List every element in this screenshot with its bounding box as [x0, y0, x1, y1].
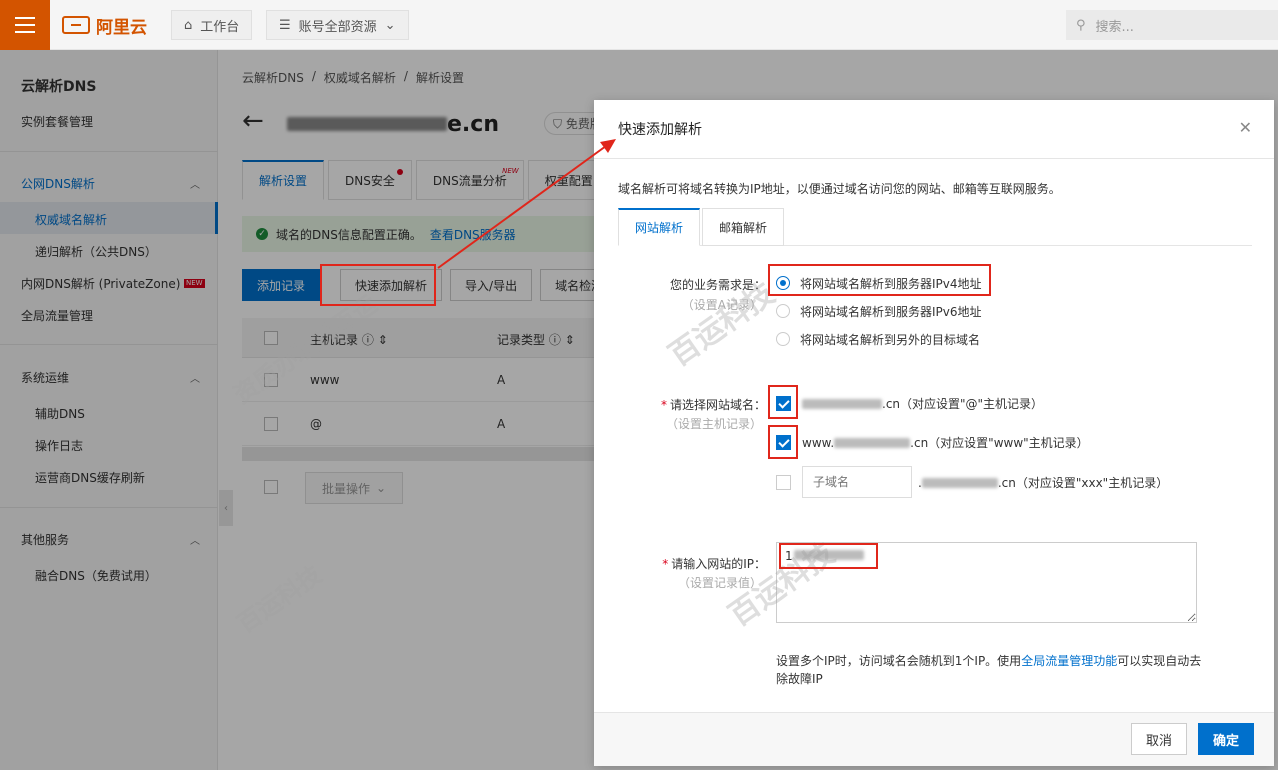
redacted-ip — [794, 550, 864, 560]
home-icon: ⌂ — [184, 17, 193, 33]
ip-label-text: 请输入网站的IP： — [671, 557, 766, 571]
cancel-button[interactable]: 取消 — [1131, 723, 1188, 755]
search-icon: ⚲ — [1076, 17, 1086, 33]
option-ipv6-label: 将网站域名解析到服务器IPv6地址 — [800, 305, 982, 319]
checkbox-root-domain[interactable] — [776, 396, 791, 411]
global-traffic-link[interactable]: 全局流量管理功能 — [1021, 654, 1117, 668]
www-domain-option: www. .cn（对应设置"www"主机记录） — [802, 434, 1089, 451]
dialog-title: 快速添加解析 — [618, 122, 702, 138]
checkbox-subdomain[interactable] — [776, 475, 791, 490]
business-label: 您的业务需求是： — [669, 278, 766, 292]
resources-label: 账号全部资源 — [298, 19, 377, 35]
dialog-divider — [594, 158, 1274, 159]
redacted-domain — [921, 477, 998, 488]
aliyun-logo[interactable]: 阿里云 — [62, 13, 147, 38]
search-input[interactable]: ⚲ 搜索... — [1066, 10, 1278, 40]
resources-dropdown[interactable]: ☰ 账号全部资源 ⌄ — [266, 10, 409, 40]
menu-icon[interactable] — [0, 0, 50, 50]
root-domain-option: .cn（对应设置"@"主机记录） — [802, 395, 1043, 412]
required-mark: * — [660, 398, 667, 412]
quick-add-dialog: 快速添加解析 ✕ 域名解析可将域名转换为IP地址，以便通过域名访问您的网站、邮箱… — [594, 100, 1274, 766]
root-domain-text: .cn（对应设置"@"主机记录） — [882, 397, 1044, 411]
confirm-button[interactable]: 确定 — [1198, 723, 1255, 755]
search-placeholder: 搜索... — [1095, 19, 1134, 35]
www-domain-text: .cn（对应设置"www"主机记录） — [910, 436, 1089, 450]
radio-other-domain[interactable] — [776, 332, 790, 346]
subdomain-input[interactable] — [802, 466, 912, 498]
dialog-footer: 取消 确定 — [594, 712, 1274, 766]
list-icon: ☰ — [279, 17, 291, 33]
www-prefix: www. — [802, 435, 835, 450]
close-icon[interactable]: ✕ — [1239, 118, 1252, 137]
dialog-description: 域名解析可将域名转换为IP地址，以便通过域名访问您的网站、邮箱等互联网服务。 — [618, 182, 1061, 196]
tab-email[interactable]: 邮箱解析 — [702, 208, 785, 246]
ip-label: * 请输入网站的IP： — [662, 555, 766, 572]
redacted-domain — [834, 437, 911, 448]
logo-text: 阿里云 — [96, 17, 147, 38]
chevron-down-icon: ⌄ — [384, 17, 396, 33]
subdomain-text: .cn（对应设置"xxx"主机记录） — [997, 476, 1169, 490]
required-mark: * — [662, 557, 669, 571]
workbench-button[interactable]: ⌂ 工作台 — [171, 10, 253, 40]
radio-ipv6[interactable] — [776, 304, 790, 318]
aliyun-logo-icon — [62, 16, 90, 34]
radio-ipv4[interactable] — [776, 276, 790, 290]
redacted-domain — [802, 398, 882, 409]
dialog-tabs: 网站解析 邮箱解析 — [618, 208, 1252, 246]
workbench-label: 工作台 — [200, 19, 240, 35]
subdomain-option: . .cn（对应设置"xxx"主机记录） — [918, 474, 1168, 491]
checkbox-www-domain[interactable] — [776, 435, 791, 450]
option-ipv4-label: 将网站域名解析到服务器IPv4地址 — [800, 277, 982, 291]
option-other-label: 将网站域名解析到另外的目标域名 — [800, 333, 981, 347]
multi-ip-tip: 设置多个IP时，访问域名会随机到1个IP。使用全局流量管理功能可以实现自动去除故… — [776, 652, 1206, 688]
ip-sublabel: （设置记录值） — [677, 576, 762, 590]
select-domain-sublabel: （设置主机记录） — [665, 417, 762, 431]
select-domain-text: 请选择网站域名： — [669, 398, 766, 412]
tab-website[interactable]: 网站解析 — [618, 208, 701, 246]
select-domain-label: * 请选择网站域名： — [661, 396, 766, 413]
business-sublabel: （设置A记录） — [681, 298, 762, 312]
top-navigation-bar: 阿里云 ⌂ 工作台 ☰ 账号全部资源 ⌄ ⚲ 搜索... — [0, 0, 1278, 50]
tip-text: 设置多个IP时，访问域名会随机到1个IP。使用 — [776, 654, 1022, 668]
